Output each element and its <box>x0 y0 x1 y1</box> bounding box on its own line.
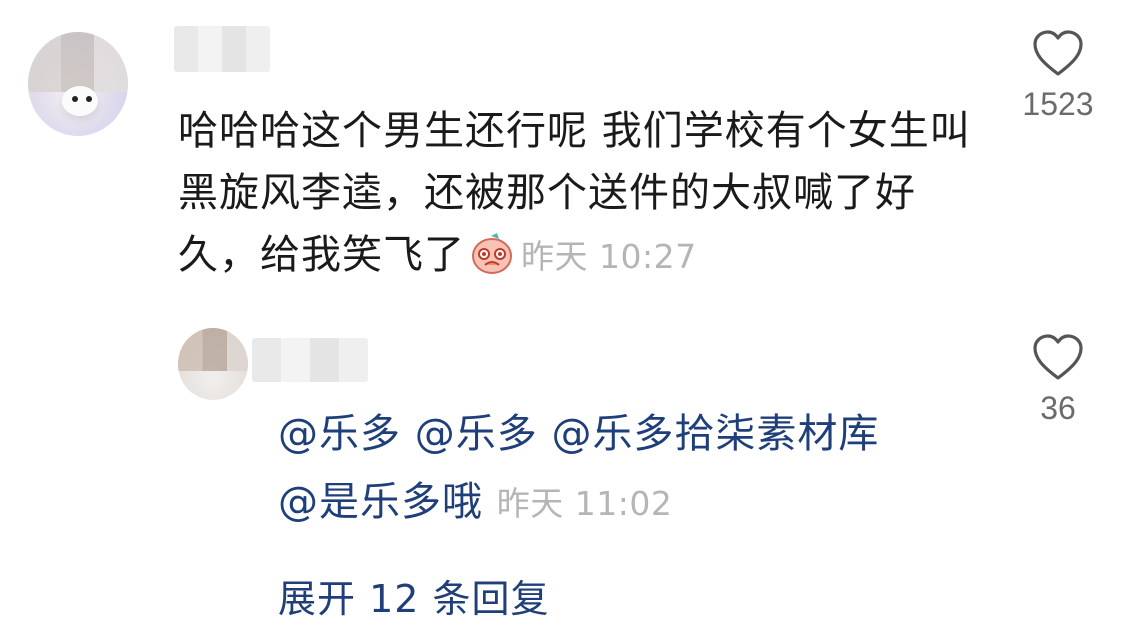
avatar-pet-eye <box>72 96 78 102</box>
avatar-pet-eye <box>86 96 92 102</box>
commenter-name-blurred[interactable] <box>174 26 270 72</box>
heart-icon[interactable] <box>1032 30 1084 78</box>
avatar-mosaic <box>28 32 128 93</box>
reply-body: @乐多 @乐多 @乐多拾柒素材库 @是乐多哦 昨天 11:02 <box>278 400 978 538</box>
comment-timestamp: 昨天 10:27 <box>521 237 697 276</box>
mention-link[interactable]: @乐多拾柒素材库 <box>551 411 879 457</box>
replier-avatar[interactable] <box>178 328 248 400</box>
mention-link[interactable]: @是乐多哦 <box>278 479 483 525</box>
commenter-avatar[interactable] <box>28 32 128 136</box>
blushing-emoji-sticker <box>469 230 515 276</box>
reply-timestamp: 昨天 11:02 <box>496 484 673 523</box>
expand-replies-link[interactable]: 展开 12 条回复 <box>278 568 550 623</box>
comment-body: 哈哈哈这个男生还行呢 我们学校有个女生叫黑旋风李逵，还被那个送件的大叔喊了好久，… <box>178 100 978 288</box>
mention-link[interactable]: @乐多 <box>278 411 401 457</box>
avatar-pet-image <box>62 86 98 116</box>
avatar-mosaic <box>178 328 248 372</box>
like-count: 1523 <box>1022 86 1094 122</box>
replier-name-blurred[interactable] <box>252 338 368 382</box>
heart-icon[interactable] <box>1032 334 1084 382</box>
like-count: 36 <box>1040 390 1076 426</box>
mention-link[interactable]: @乐多 <box>415 411 538 457</box>
comment-like[interactable]: 1523 <box>1010 30 1106 123</box>
reply-like[interactable]: 36 <box>1010 334 1106 427</box>
